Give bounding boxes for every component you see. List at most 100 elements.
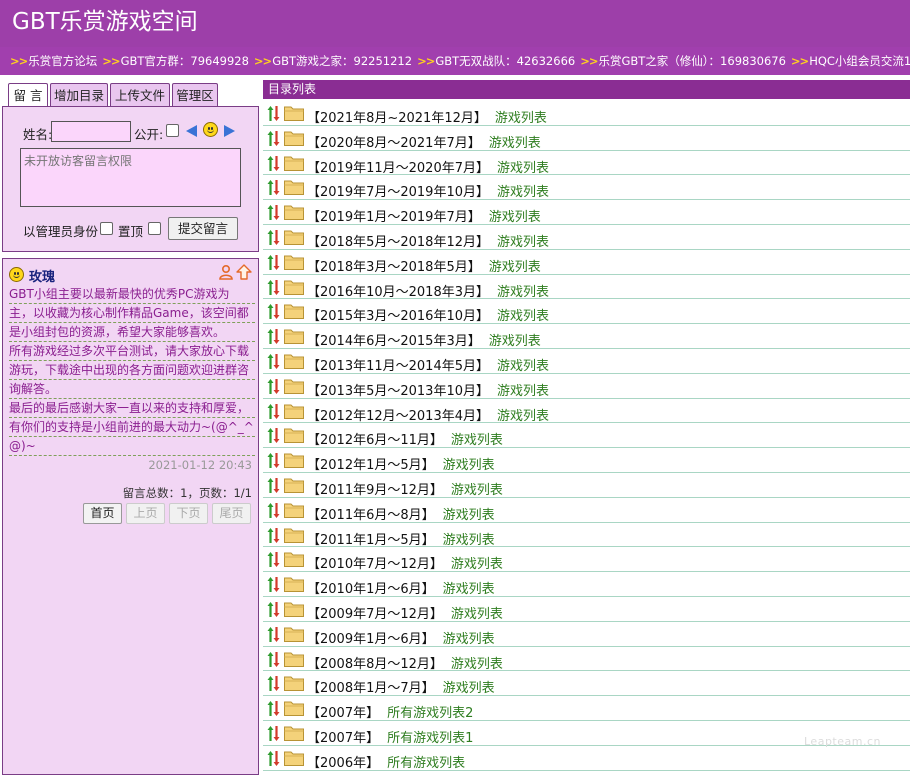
directory-title[interactable]: 【2011年6月～8月】 — [307, 508, 435, 523]
directory-title[interactable]: 【2006年】 — [307, 756, 379, 771]
game-list-link[interactable]: 游戏列表 — [489, 136, 541, 151]
folder-icon[interactable] — [284, 378, 304, 394]
up-down-arrows-icon[interactable] — [267, 279, 280, 296]
game-list-link[interactable]: 游戏列表 — [443, 582, 495, 597]
folder-icon[interactable] — [284, 303, 304, 320]
up-down-arrows-icon[interactable] — [267, 204, 280, 221]
directory-row-label[interactable]: 【2016年10月～2018年3月】 游戏列表 — [307, 281, 549, 300]
directory-title[interactable]: 【2009年7月～12月】 — [307, 607, 443, 622]
name-input[interactable] — [51, 121, 131, 142]
folder-icon[interactable] — [284, 403, 304, 419]
folder-icon[interactable] — [284, 130, 304, 146]
directory-row-label[interactable]: 【2012年12月～2013年4月】 游戏列表 — [307, 405, 549, 424]
up-down-arrows-icon[interactable] — [267, 452, 280, 469]
group-link[interactable]: >>乐赏GBT之家（修仙）：169830676 — [580, 54, 786, 68]
folder-icon[interactable] — [284, 254, 304, 270]
folder-icon[interactable] — [284, 725, 304, 741]
up-down-arrows-icon[interactable] — [267, 601, 280, 618]
directory-title[interactable]: 【2012年6月～11月】 — [307, 433, 443, 448]
directory-title[interactable]: 【2010年1月～6月】 — [307, 582, 435, 597]
directory-title[interactable]: 【2018年3月～2018年5月】 — [307, 260, 481, 275]
directory-row-label[interactable]: 【2013年5月～2013年10月】 游戏列表 — [307, 380, 549, 399]
game-list-link[interactable]: 游戏列表 — [497, 309, 549, 324]
up-down-arrows-icon[interactable] — [267, 254, 280, 271]
folder-icon[interactable] — [284, 328, 304, 345]
up-down-arrows-icon[interactable] — [267, 353, 280, 370]
first-page-button[interactable]: 首页 — [83, 503, 122, 524]
game-list-link[interactable]: 游戏列表 — [443, 681, 495, 696]
game-list-link[interactable]: 游戏列表 — [497, 359, 549, 374]
directory-row-label[interactable]: 【2009年1月～6月】 游戏列表 — [307, 628, 495, 647]
game-list-link[interactable]: 游戏列表 — [451, 657, 503, 672]
folder-icon[interactable] — [284, 551, 304, 568]
triangle-right-icon[interactable] — [224, 125, 235, 137]
directory-title[interactable]: 【2019年11月～2020年7月】 — [307, 161, 489, 176]
folder-icon[interactable] — [284, 626, 304, 642]
directory-title[interactable]: 【2011年9月～12月】 — [307, 483, 443, 498]
prev-page-button[interactable]: 上页 — [126, 503, 165, 524]
up-down-arrows-icon[interactable] — [267, 303, 280, 320]
directory-title[interactable]: 【2019年7月～2019年10月】 — [307, 185, 489, 200]
tab-message[interactable]: 留 言 — [8, 83, 48, 108]
admin-checkbox[interactable] — [100, 222, 113, 235]
triangle-left-icon[interactable] — [186, 125, 197, 137]
up-down-arrows-icon[interactable] — [267, 527, 280, 544]
folder-icon[interactable] — [284, 229, 304, 245]
folder-icon[interactable] — [284, 179, 304, 196]
game-list-link[interactable]: 所有游戏列表1 — [387, 731, 473, 746]
directory-row-label[interactable]: 【2019年7月～2019年10月】 游戏列表 — [307, 181, 549, 200]
game-list-link[interactable]: 游戏列表 — [497, 161, 549, 176]
folder-icon[interactable] — [284, 204, 304, 221]
directory-title[interactable]: 【2009年1月～6月】 — [307, 632, 435, 647]
directory-row-label[interactable]: 【2013年11月～2014年5月】 游戏列表 — [307, 355, 549, 374]
game-list-link[interactable]: 所有游戏列表 — [387, 756, 465, 771]
up-down-arrows-icon[interactable] — [267, 750, 280, 767]
game-list-link[interactable]: 所有游戏列表2 — [387, 706, 473, 721]
directory-title[interactable]: 【2014年6月～2015年3月】 — [307, 334, 481, 349]
game-list-link[interactable]: 游戏列表 — [443, 533, 495, 548]
directory-title[interactable]: 【2013年5月～2013年10月】 — [307, 384, 489, 399]
game-list-link[interactable]: 游戏列表 — [489, 260, 541, 275]
directory-row-label[interactable]: 【2018年3月～2018年5月】 游戏列表 — [307, 256, 541, 275]
directory-row-label[interactable]: 【2011年1月～5月】 游戏列表 — [307, 529, 495, 548]
game-list-link[interactable]: 游戏列表 — [443, 632, 495, 647]
up-down-arrows-icon[interactable] — [267, 105, 280, 122]
folder-icon[interactable] — [284, 651, 304, 667]
directory-row-label[interactable]: 【2010年7月～12月】 游戏列表 — [307, 553, 503, 572]
up-arrow-icon[interactable] — [236, 264, 252, 280]
message-textarea[interactable] — [20, 148, 241, 207]
directory-row-label[interactable]: 【2012年1月～5月】 游戏列表 — [307, 454, 495, 473]
smiley-icon[interactable] — [203, 122, 218, 137]
directory-row-label[interactable]: 【2010年1月～6月】 游戏列表 — [307, 578, 495, 597]
up-down-arrows-icon[interactable] — [267, 403, 280, 420]
group-link[interactable]: >>GBT官方群：79649928 — [102, 54, 249, 68]
group-link[interactable]: >>GBT游戏之家：92251212 — [254, 54, 412, 68]
directory-title[interactable]: 【2020年8月～2021年7月】 — [307, 136, 481, 151]
game-list-link[interactable]: 游戏列表 — [451, 483, 503, 498]
person-icon[interactable] — [219, 265, 233, 280]
next-page-button[interactable]: 下页 — [169, 503, 208, 524]
game-list-link[interactable]: 游戏列表 — [497, 384, 549, 399]
directory-title[interactable]: 【2013年11月～2014年5月】 — [307, 359, 489, 374]
directory-title[interactable]: 【2012年12月～2013年4月】 — [307, 409, 489, 424]
pin-checkbox[interactable] — [148, 222, 161, 235]
directory-title[interactable]: 【2007年】 — [307, 731, 379, 746]
game-list-link[interactable]: 游戏列表 — [495, 111, 547, 126]
directory-row-label[interactable]: 【2008年8月～12月】 游戏列表 — [307, 653, 503, 672]
folder-icon[interactable] — [284, 700, 304, 717]
up-down-arrows-icon[interactable] — [267, 378, 280, 395]
directory-row-label[interactable]: 【2008年1月～7月】 游戏列表 — [307, 677, 495, 696]
folder-icon[interactable] — [284, 750, 304, 766]
directory-row-label[interactable]: 【2019年1月～2019年7月】 游戏列表 — [307, 206, 541, 225]
submit-message-button[interactable]: 提交留言 — [168, 217, 238, 240]
tab-upload-file[interactable]: 上传文件 — [110, 83, 170, 107]
up-down-arrows-icon[interactable] — [267, 502, 280, 519]
up-down-arrows-icon[interactable] — [267, 130, 280, 147]
directory-title[interactable]: 【2008年8月～12月】 — [307, 657, 443, 672]
directory-row-label[interactable]: 【2015年3月～2016年10月】 游戏列表 — [307, 305, 549, 324]
folder-icon[interactable] — [284, 601, 304, 617]
directory-row-label[interactable]: 【2012年6月～11月】 游戏列表 — [307, 429, 503, 448]
directory-row-label[interactable]: 【2014年6月～2015年3月】 游戏列表 — [307, 330, 541, 349]
directory-row-label[interactable]: 【2011年6月～8月】 游戏列表 — [307, 504, 495, 523]
game-list-link[interactable]: 游戏列表 — [497, 409, 549, 424]
